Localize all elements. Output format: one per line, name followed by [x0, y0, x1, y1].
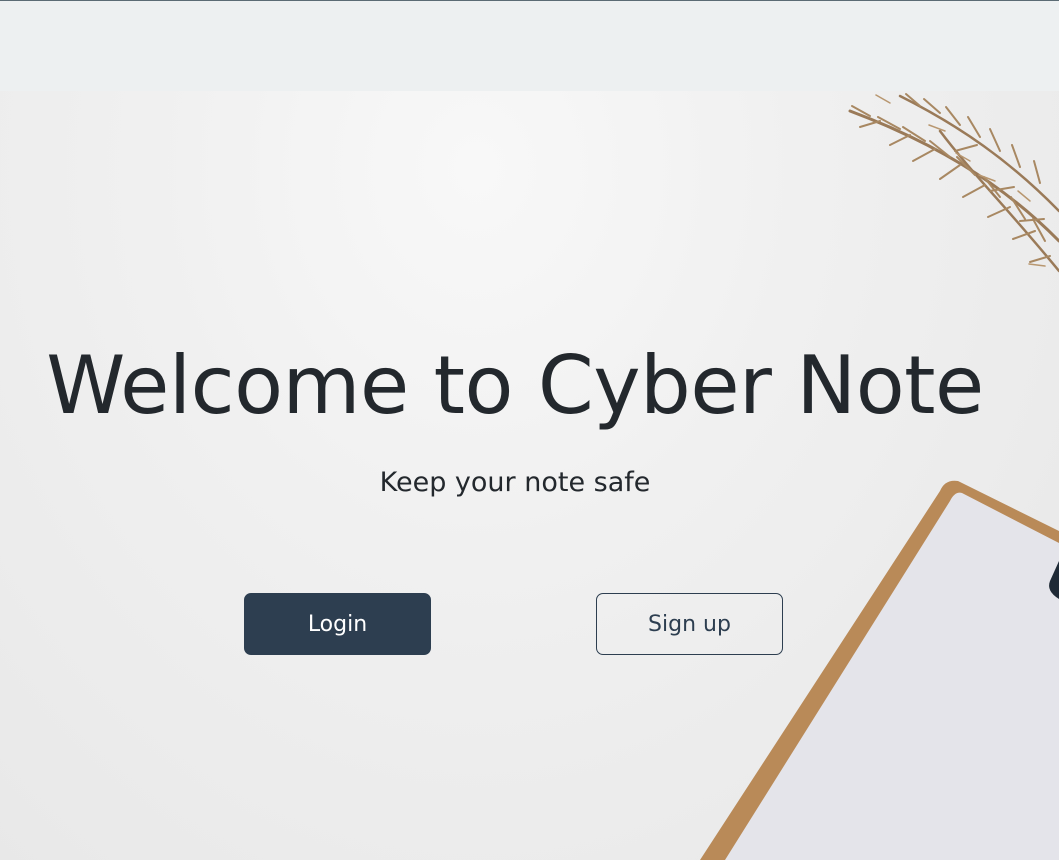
page-title: Welcome to Cyber Note [46, 339, 984, 432]
pampas-grass-decoration [848, 93, 1059, 273]
top-navbar [0, 0, 1059, 91]
page-subtitle: Keep your note safe [379, 467, 651, 498]
clipboard-decoration [700, 480, 1059, 860]
hero-section: Welcome to Cyber Note Keep your note saf… [0, 91, 1059, 860]
signup-button[interactable]: Sign up [596, 593, 783, 655]
login-button[interactable]: Login [244, 593, 431, 655]
